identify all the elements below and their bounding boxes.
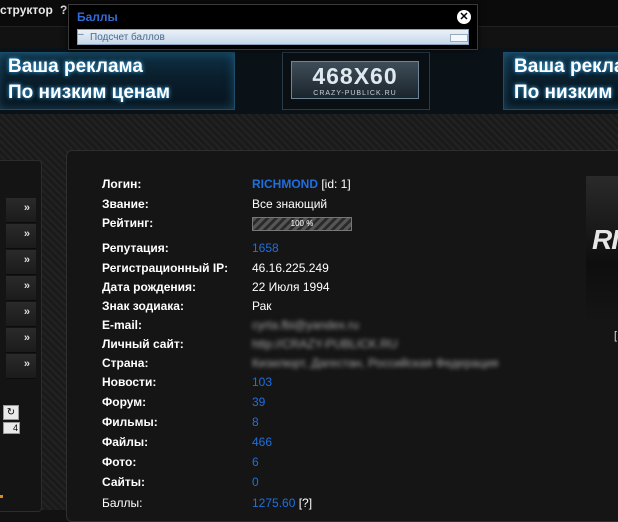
progress-indicator [450, 34, 468, 42]
sidebar-menu-item[interactable]: » [6, 276, 36, 301]
rank-value: Все знающий [252, 197, 328, 211]
profile-row-birthdate: Дата рождения: 22 Июля 1994 [102, 280, 582, 298]
chevron-down-icon: » [23, 332, 30, 344]
profile-row-rank: Звание: Все знающий [102, 197, 582, 215]
files-label: Файлы: [102, 435, 149, 449]
nav-link-constructor[interactable]: структор [0, 3, 53, 17]
sidebar-menu-item[interactable]: » [6, 198, 36, 223]
ad-banner-right[interactable]: Ваша рекла По низким [503, 52, 618, 110]
login-value: RICHMOND [id: 1] [252, 177, 351, 191]
refresh-icon[interactable]: ↻ [3, 405, 19, 420]
avatar-logo-text: RICI [592, 224, 618, 255]
rank-label: Звание: [102, 197, 149, 211]
profile-row-news: Новости: 103 [102, 375, 582, 393]
profile-row-email: E-mail: cyrta.fbi@yandex.ru [102, 318, 582, 336]
avatar-bracket: [ [614, 330, 618, 342]
points-dialog: Баллы ✕ – Подсчет баллов [68, 4, 478, 50]
profile-row-reputation: Репутация: 1658 [102, 241, 582, 259]
ad-banner-468x60-logo: 468X60 CRAZY-PUBLICK.RU [291, 61, 419, 99]
login-username-link[interactable]: RICHMOND [252, 177, 318, 191]
rating-label: Рейтинг: [102, 216, 154, 230]
films-count-link[interactable]: 8 [252, 415, 259, 429]
files-count-link[interactable]: 466 [252, 435, 272, 449]
site-label: Личный сайт: [102, 337, 184, 351]
login-id: [id: 1] [318, 177, 351, 191]
points-label: Баллы: [102, 496, 143, 510]
profile-row-zodiac: Знак зодиака: Рак [102, 299, 582, 317]
reg-ip-value: 46.16.225.249 [252, 261, 329, 275]
chevron-down-icon: » [23, 202, 30, 214]
reg-ip-label: Регистрационный IP: [102, 261, 229, 275]
chevron-down-icon: » [23, 358, 30, 370]
sidebar-menu-item[interactable]: » [6, 328, 36, 353]
ad-banner-left-line2: По низким ценам [8, 82, 171, 103]
points-value: 1275.60 [?] [252, 496, 312, 510]
points-progress-bar: – Подсчет баллов [77, 29, 469, 45]
profile-row-login: Логин: RICHMOND [id: 1] [102, 177, 582, 195]
country-label: Страна: [102, 356, 149, 370]
profile-row-country: Страна: Кизилюрт, Дагестан, Российская Ф… [102, 356, 582, 374]
site-value-link[interactable]: http://CRAZY-PUBLICK.RU [252, 337, 398, 351]
chevron-down-icon: » [23, 306, 30, 318]
decorative-dot [0, 495, 3, 498]
forum-label: Форум: [102, 395, 147, 409]
ad-banner-right-line2: По низким [514, 82, 613, 103]
ad-banner-strip: Ваша реклама По низким ценам 468X60 CRAZ… [0, 48, 618, 114]
progress-label: Подсчет баллов [90, 32, 165, 43]
chevron-down-icon: » [23, 280, 30, 292]
films-label: Фильмы: [102, 415, 158, 429]
page-number-field[interactable]: 4 [3, 422, 20, 434]
user-avatar: RICI [586, 176, 618, 322]
profile-row-points: Баллы: 1275.60 [?] [102, 496, 582, 514]
birthdate-value: 22 Июля 1994 [252, 280, 330, 294]
rating-bar: 100 % [252, 217, 352, 231]
zodiac-value: Рак [252, 299, 272, 313]
ad-banner-right-line1: Ваша рекла [514, 56, 618, 77]
ad-banner-468x60[interactable]: 468X60 CRAZY-PUBLICK.RU [282, 52, 430, 110]
profile-row-files: Файлы: 466 [102, 435, 582, 453]
zodiac-label: Знак зодиака: [102, 299, 184, 313]
sites-label: Сайты: [102, 475, 145, 489]
email-value: cyrta.fbi@yandex.ru [252, 318, 359, 332]
photo-label: Фото: [102, 455, 137, 469]
profile-row-films: Фильмы: 8 [102, 415, 582, 433]
reputation-label: Репутация: [102, 241, 169, 255]
profile-row-reg-ip: Регистрационный IP: 46.16.225.249 [102, 261, 582, 279]
progress-dash: – [78, 29, 84, 40]
close-icon[interactable]: ✕ [457, 10, 471, 24]
profile-row-rating: Рейтинг: 100 % [102, 216, 582, 234]
points-help-link[interactable]: [?] [295, 496, 312, 510]
points-value-link[interactable]: 1275.60 [252, 496, 295, 510]
sidebar-menu-item[interactable]: » [6, 224, 36, 249]
forum-count-link[interactable]: 39 [252, 395, 265, 409]
login-label: Логин: [102, 177, 142, 191]
nav-help-link[interactable]: ? [60, 3, 67, 17]
reputation-value-link[interactable]: 1658 [252, 241, 279, 255]
ad-banner-left[interactable]: Ваша реклама По низким ценам [0, 52, 235, 110]
ad-banner-468x60-site: CRAZY-PUBLICK.RU [313, 90, 397, 97]
profile-row-site: Личный сайт: http://CRAZY-PUBLICK.RU [102, 337, 582, 355]
sites-count-link[interactable]: 0 [252, 475, 259, 489]
dialog-title: Баллы [77, 10, 118, 24]
sidebar-menu-item[interactable]: » [6, 302, 36, 327]
profile-row-photo: Фото: 6 [102, 455, 582, 473]
chevron-down-icon: » [23, 254, 30, 266]
profile-row-sites: Сайты: 0 [102, 475, 582, 493]
email-label: E-mail: [102, 318, 143, 332]
ad-banner-468x60-title: 468X60 [312, 63, 398, 89]
photo-count-link[interactable]: 6 [252, 455, 259, 469]
country-value: Кизилюрт, Дагестан, Российская Федерация [252, 356, 499, 370]
chevron-down-icon: » [23, 228, 30, 240]
birthdate-label: Дата рождения: [102, 280, 197, 294]
news-label: Новости: [102, 375, 157, 389]
sidebar-menu-item[interactable]: » [6, 354, 36, 379]
news-count-link[interactable]: 103 [252, 375, 272, 389]
ad-banner-left-line1: Ваша реклама [8, 56, 143, 77]
sidebar-menu-item[interactable]: » [6, 250, 36, 275]
profile-row-forum: Форум: 39 [102, 395, 582, 413]
